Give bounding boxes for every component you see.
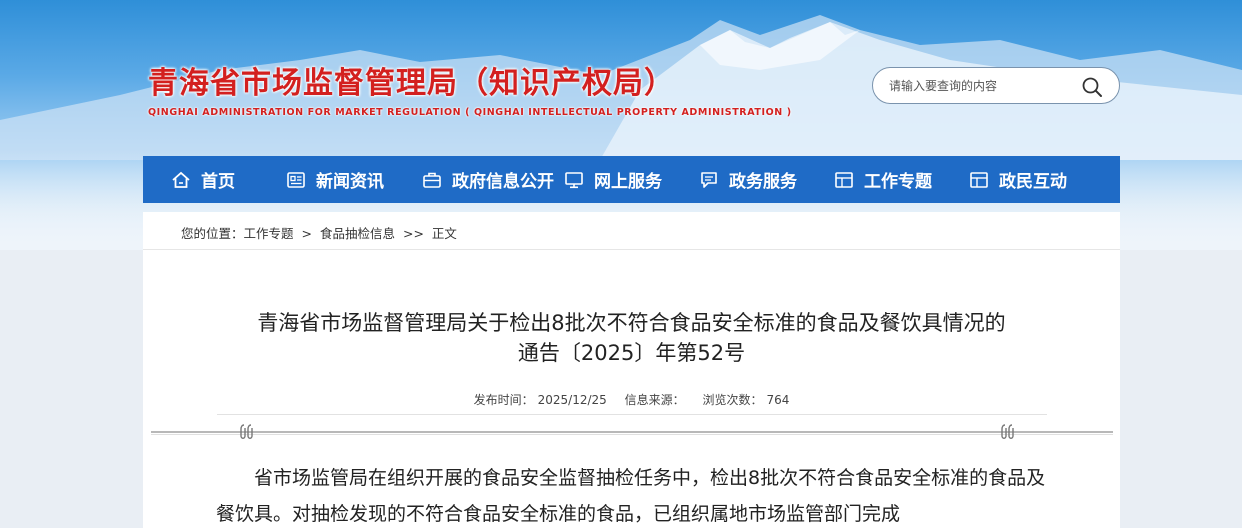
nav-label: 首页 (201, 172, 235, 192)
article-meta: 发布时间： 2025/12/25 信息来源： 浏览次数： 764 (143, 391, 1120, 408)
article-title-line1: 青海省市场监督管理局关于检出8批次不符合食品安全标准的食品及餐饮具情况的 (257, 311, 1006, 335)
main-nav: 首页 新闻资讯 政府信息公开 网上服务 政务服务 工作专题 政民互动 (143, 156, 1120, 203)
breadcrumb-current: 正文 (431, 226, 457, 241)
breadcrumb-link-work-topics[interactable]: 工作专题 (244, 226, 294, 241)
nav-item-gov-service[interactable]: 政务服务 (699, 156, 797, 203)
nav-item-gov-info[interactable]: 政府信息公开 (422, 156, 554, 203)
monitor-icon (565, 171, 583, 188)
article-body: 省市场监管局在组织开展的食品安全监督抽检任务中，检出8批次不符合食品安全标准的食… (216, 460, 1048, 528)
nav-item-interaction[interactable]: 政民互动 (969, 156, 1067, 203)
paperclip-icon (1001, 424, 1014, 439)
site-title: 青海省市场监督管理局（知识产权局） (148, 66, 675, 101)
news-icon (287, 171, 305, 188)
source-label: 信息来源： (624, 393, 685, 407)
publish-date: 2025/12/25 (537, 393, 607, 407)
views-count: 764 (766, 393, 790, 407)
nav-item-online-service[interactable]: 网上服务 (564, 156, 662, 203)
article-paragraph: 省市场监管局在组织开展的食品安全监督抽检任务中，检出8批次不符合食品安全标准的食… (216, 467, 1046, 525)
views-label: 浏览次数： (702, 393, 763, 407)
home-icon (172, 171, 190, 188)
nav-label: 政民互动 (999, 172, 1067, 192)
search-icon[interactable] (1081, 76, 1103, 98)
publish-label: 发布时间： (473, 393, 534, 407)
layout-icon (835, 171, 853, 188)
article-title: 青海省市场监督管理局关于检出8批次不符合食品安全标准的食品及餐饮具情况的 通告〔… (143, 308, 1120, 368)
nav-label: 政务服务 (729, 172, 797, 192)
search-input[interactable] (889, 76, 1069, 96)
breadcrumb-link-food-inspection[interactable]: 食品抽检信息 (320, 226, 395, 241)
breadcrumb-divider (143, 249, 1120, 250)
nav-item-home[interactable]: 首页 (171, 156, 235, 203)
nav-label: 新闻资讯 (316, 172, 384, 192)
nav-item-news[interactable]: 新闻资讯 (286, 156, 384, 203)
paperclip-icon (240, 424, 253, 439)
breadcrumb-separator: > (301, 226, 312, 241)
nav-item-work-topics[interactable]: 工作专题 (834, 156, 932, 203)
briefcase-icon (423, 172, 441, 188)
article-title-line2: 通告〔2025〕年第52号 (517, 341, 746, 365)
breadcrumb-prefix: 您的位置： (181, 226, 244, 241)
site-subtitle: QINGHAI ADMINISTRATION FOR MARKET REGULA… (148, 107, 792, 118)
layout-icon (970, 171, 988, 188)
meta-divider (217, 414, 1047, 415)
nav-label: 网上服务 (594, 172, 662, 192)
content-divider (151, 431, 1113, 435)
chat-icon (701, 171, 717, 188)
nav-label: 工作专题 (864, 172, 932, 192)
breadcrumb-separator: >> (402, 226, 424, 241)
article-container: 您的位置：工作专题 > 食品抽检信息 >> 正文 青海省市场监督管理局关于检出8… (143, 212, 1120, 528)
search-box (872, 67, 1120, 104)
breadcrumb: 您的位置：工作专题 > 食品抽检信息 >> 正文 (181, 223, 461, 242)
nav-label: 政府信息公开 (452, 172, 554, 192)
